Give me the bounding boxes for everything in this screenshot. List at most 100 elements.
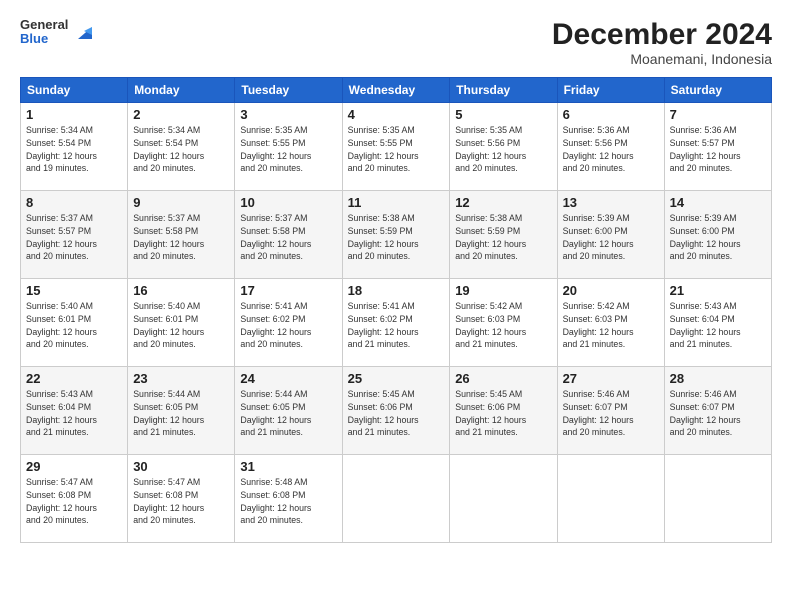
calendar-cell: 9 Sunrise: 5:37 AMSunset: 5:58 PMDaylight… (128, 191, 235, 279)
day-info: Sunrise: 5:45 AMSunset: 6:06 PMDaylight:… (348, 388, 445, 439)
day-number: 14 (670, 195, 766, 210)
calendar-header-thursday: Thursday (450, 78, 557, 103)
day-number: 13 (563, 195, 659, 210)
calendar-cell: 21 Sunrise: 5:43 AMSunset: 6:04 PMDayligh… (664, 279, 771, 367)
day-number: 26 (455, 371, 551, 386)
day-number: 19 (455, 283, 551, 298)
calendar-cell: 13 Sunrise: 5:39 AMSunset: 6:00 PMDayligh… (557, 191, 664, 279)
calendar-cell: 12 Sunrise: 5:38 AMSunset: 5:59 PMDayligh… (450, 191, 557, 279)
day-number: 21 (670, 283, 766, 298)
day-info: Sunrise: 5:42 AMSunset: 6:03 PMDaylight:… (563, 300, 659, 351)
calendar-cell (557, 455, 664, 543)
day-number: 7 (670, 107, 766, 122)
day-info: Sunrise: 5:34 AMSunset: 5:54 PMDaylight:… (133, 124, 229, 175)
day-info: Sunrise: 5:37 AMSunset: 5:58 PMDaylight:… (133, 212, 229, 263)
calendar-header-monday: Monday (128, 78, 235, 103)
calendar-cell: 8 Sunrise: 5:37 AMSunset: 5:57 PMDaylight… (21, 191, 128, 279)
day-info: Sunrise: 5:37 AMSunset: 5:58 PMDaylight:… (240, 212, 336, 263)
calendar-cell: 27 Sunrise: 5:46 AMSunset: 6:07 PMDayligh… (557, 367, 664, 455)
day-info: Sunrise: 5:37 AMSunset: 5:57 PMDaylight:… (26, 212, 122, 263)
day-number: 25 (348, 371, 445, 386)
day-number: 22 (26, 371, 122, 386)
day-info: Sunrise: 5:41 AMSunset: 6:02 PMDaylight:… (240, 300, 336, 351)
calendar-header-wednesday: Wednesday (342, 78, 450, 103)
day-info: Sunrise: 5:42 AMSunset: 6:03 PMDaylight:… (455, 300, 551, 351)
day-info: Sunrise: 5:46 AMSunset: 6:07 PMDaylight:… (670, 388, 766, 439)
day-number: 1 (26, 107, 122, 122)
calendar-cell: 25 Sunrise: 5:45 AMSunset: 6:06 PMDayligh… (342, 367, 450, 455)
calendar-cell: 2Sunrise: 5:34 AMSunset: 5:54 PMDaylight… (128, 103, 235, 191)
calendar-cell: 6 Sunrise: 5:36 AMSunset: 5:56 PMDaylight… (557, 103, 664, 191)
calendar-header-sunday: Sunday (21, 78, 128, 103)
header: General Blue December 2024 Moanemani, In… (20, 18, 772, 67)
calendar-cell (342, 455, 450, 543)
calendar-cell: 4 Sunrise: 5:35 AMSunset: 5:55 PMDaylight… (342, 103, 450, 191)
day-info: Sunrise: 5:43 AMSunset: 6:04 PMDaylight:… (26, 388, 122, 439)
day-info: Sunrise: 5:41 AMSunset: 6:02 PMDaylight:… (348, 300, 445, 351)
day-info: Sunrise: 5:48 AMSunset: 6:08 PMDaylight:… (240, 476, 336, 527)
calendar-header-tuesday: Tuesday (235, 78, 342, 103)
day-number: 27 (563, 371, 659, 386)
calendar-cell: 3 Sunrise: 5:35 AMSunset: 5:55 PMDaylight… (235, 103, 342, 191)
day-number: 3 (240, 107, 336, 122)
day-info: Sunrise: 5:36 AMSunset: 5:57 PMDaylight:… (670, 124, 766, 175)
day-number: 9 (133, 195, 229, 210)
day-number: 16 (133, 283, 229, 298)
day-number: 5 (455, 107, 551, 122)
calendar-cell: 22 Sunrise: 5:43 AMSunset: 6:04 PMDayligh… (21, 367, 128, 455)
calendar-cell: 11 Sunrise: 5:38 AMSunset: 5:59 PMDayligh… (342, 191, 450, 279)
logo: General Blue (20, 18, 96, 47)
calendar-cell: 18 Sunrise: 5:41 AMSunset: 6:02 PMDayligh… (342, 279, 450, 367)
title-area: December 2024 Moanemani, Indonesia (552, 18, 772, 67)
day-number: 8 (26, 195, 122, 210)
day-number: 11 (348, 195, 445, 210)
day-number: 29 (26, 459, 122, 474)
day-number: 10 (240, 195, 336, 210)
calendar-cell: 15 Sunrise: 5:40 AMSunset: 6:01 PMDayligh… (21, 279, 128, 367)
calendar-header-saturday: Saturday (664, 78, 771, 103)
day-number: 15 (26, 283, 122, 298)
calendar-cell: 16Sunrise: 5:40 AMSunset: 6:01 PMDayligh… (128, 279, 235, 367)
calendar-cell: 10 Sunrise: 5:37 AMSunset: 5:58 PMDayligh… (235, 191, 342, 279)
calendar-cell: 24Sunrise: 5:44 AMSunset: 6:05 PMDayligh… (235, 367, 342, 455)
calendar-cell: 26Sunrise: 5:45 AMSunset: 6:06 PMDayligh… (450, 367, 557, 455)
day-info: Sunrise: 5:40 AMSunset: 6:01 PMDaylight:… (26, 300, 122, 351)
day-info: Sunrise: 5:44 AMSunset: 6:05 PMDaylight:… (133, 388, 229, 439)
day-info: Sunrise: 5:47 AMSunset: 6:08 PMDaylight:… (26, 476, 122, 527)
calendar-cell (664, 455, 771, 543)
calendar-cell (450, 455, 557, 543)
calendar-cell: 20 Sunrise: 5:42 AMSunset: 6:03 PMDayligh… (557, 279, 664, 367)
day-info: Sunrise: 5:47 AMSunset: 6:08 PMDaylight:… (133, 476, 229, 527)
day-info: Sunrise: 5:44 AMSunset: 6:05 PMDaylight:… (240, 388, 336, 439)
location: Moanemani, Indonesia (552, 51, 772, 67)
day-info: Sunrise: 5:43 AMSunset: 6:04 PMDaylight:… (670, 300, 766, 351)
day-info: Sunrise: 5:38 AMSunset: 5:59 PMDaylight:… (455, 212, 551, 263)
month-title: December 2024 (552, 18, 772, 51)
day-info: Sunrise: 5:35 AMSunset: 5:55 PMDaylight:… (348, 124, 445, 175)
day-number: 18 (348, 283, 445, 298)
day-info: Sunrise: 5:35 AMSunset: 5:55 PMDaylight:… (240, 124, 336, 175)
calendar-cell: 28 Sunrise: 5:46 AMSunset: 6:07 PMDayligh… (664, 367, 771, 455)
day-number: 6 (563, 107, 659, 122)
calendar-cell: 31Sunrise: 5:48 AMSunset: 6:08 PMDayligh… (235, 455, 342, 543)
day-number: 28 (670, 371, 766, 386)
day-info: Sunrise: 5:46 AMSunset: 6:07 PMDaylight:… (563, 388, 659, 439)
day-info: Sunrise: 5:39 AMSunset: 6:00 PMDaylight:… (563, 212, 659, 263)
calendar-cell: 14 Sunrise: 5:39 AMSunset: 6:00 PMDayligh… (664, 191, 771, 279)
day-info: Sunrise: 5:39 AMSunset: 6:00 PMDaylight:… (670, 212, 766, 263)
calendar: SundayMondayTuesdayWednesdayThursdayFrid… (20, 77, 772, 543)
day-number: 4 (348, 107, 445, 122)
day-number: 23 (133, 371, 229, 386)
day-info: Sunrise: 5:34 AMSunset: 5:54 PMDaylight:… (26, 124, 122, 175)
day-number: 20 (563, 283, 659, 298)
day-info: Sunrise: 5:36 AMSunset: 5:56 PMDaylight:… (563, 124, 659, 175)
day-number: 30 (133, 459, 229, 474)
day-info: Sunrise: 5:38 AMSunset: 5:59 PMDaylight:… (348, 212, 445, 263)
calendar-cell: 5Sunrise: 5:35 AMSunset: 5:56 PMDaylight… (450, 103, 557, 191)
calendar-cell: 29 Sunrise: 5:47 AMSunset: 6:08 PMDayligh… (21, 455, 128, 543)
day-number: 12 (455, 195, 551, 210)
calendar-cell: 30 Sunrise: 5:47 AMSunset: 6:08 PMDayligh… (128, 455, 235, 543)
calendar-cell: 17Sunrise: 5:41 AMSunset: 6:02 PMDayligh… (235, 279, 342, 367)
calendar-cell: 23 Sunrise: 5:44 AMSunset: 6:05 PMDayligh… (128, 367, 235, 455)
calendar-cell: 19 Sunrise: 5:42 AMSunset: 6:03 PMDayligh… (450, 279, 557, 367)
